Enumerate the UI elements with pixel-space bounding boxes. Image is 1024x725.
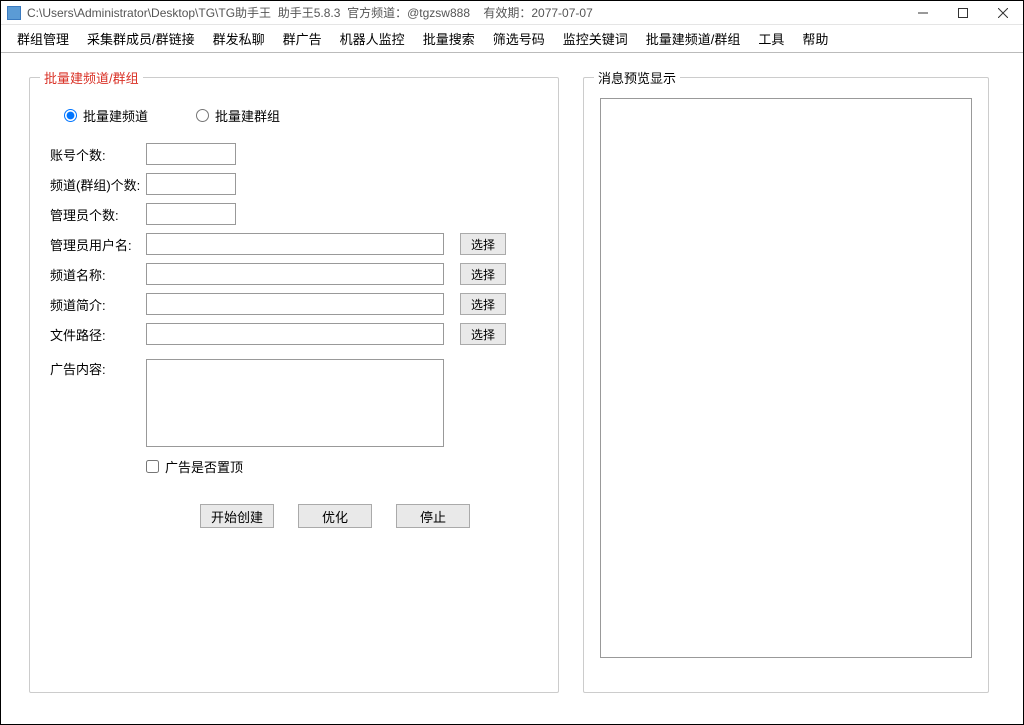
content: 批量建频道/群组 批量建频道 批量建群组 账号个数: 频道(群组)个数: 管理员… bbox=[1, 53, 1023, 724]
title-text: C:\Users\Administrator\Desktop\TG\TG助手王 … bbox=[27, 4, 593, 21]
title-path: C:\Users\Administrator\Desktop\TG\TG助手王 bbox=[27, 6, 271, 20]
radio-row: 批量建频道 批量建群组 bbox=[64, 106, 538, 125]
label-channel-desc: 频道简介: bbox=[50, 295, 146, 314]
input-file-path[interactable] bbox=[146, 323, 444, 345]
left-panel-title: 批量建频道/群组 bbox=[40, 68, 143, 87]
row-file-path: 文件路径: 选择 bbox=[50, 323, 538, 345]
preview-box bbox=[600, 98, 972, 658]
menubar: 群组管理 采集群成员/群链接 群发私聊 群广告 机器人监控 批量搜索 筛选号码 … bbox=[1, 25, 1023, 53]
stop-button[interactable]: 停止 bbox=[396, 504, 470, 528]
row-channel-desc: 频道简介: 选择 bbox=[50, 293, 538, 315]
maximize-button[interactable] bbox=[943, 1, 983, 24]
menu-collect-members[interactable]: 采集群成员/群链接 bbox=[87, 29, 195, 48]
title-expiry-label: 有效期： bbox=[483, 6, 531, 20]
window-controls bbox=[903, 1, 1023, 24]
label-channel-count: 频道(群组)个数: bbox=[50, 175, 146, 194]
app-icon bbox=[7, 6, 21, 20]
optimize-button[interactable]: 优化 bbox=[298, 504, 372, 528]
menu-group-ad[interactable]: 群广告 bbox=[283, 29, 322, 48]
row-admin-count: 管理员个数: bbox=[50, 203, 538, 225]
label-account-count: 账号个数: bbox=[50, 145, 146, 164]
radio-channel-input[interactable] bbox=[64, 109, 77, 122]
left-panel: 批量建频道/群组 批量建频道 批量建群组 账号个数: 频道(群组)个数: 管理员… bbox=[29, 77, 559, 693]
checkbox-pin-ad-input[interactable] bbox=[146, 460, 159, 473]
menu-bot-monitor[interactable]: 机器人监控 bbox=[340, 29, 405, 48]
row-channel-name: 频道名称: 选择 bbox=[50, 263, 538, 285]
title-channel: @tgzsw888 bbox=[407, 6, 470, 20]
label-channel-name: 频道名称: bbox=[50, 265, 146, 284]
title-expiry: 2077-07-07 bbox=[531, 6, 592, 20]
select-admin-username-button[interactable]: 选择 bbox=[460, 233, 506, 255]
textarea-ad-content[interactable] bbox=[146, 359, 444, 447]
input-admin-count[interactable] bbox=[146, 203, 236, 225]
menu-tools[interactable]: 工具 bbox=[758, 29, 784, 48]
menu-batch-create[interactable]: 批量建频道/群组 bbox=[646, 29, 741, 48]
label-ad-content: 广告内容: bbox=[50, 359, 146, 447]
minimize-button[interactable] bbox=[903, 1, 943, 24]
label-admin-username: 管理员用户名: bbox=[50, 235, 146, 254]
checkbox-pin-ad-label: 广告是否置顶 bbox=[165, 457, 243, 476]
input-channel-desc[interactable] bbox=[146, 293, 444, 315]
menu-filter-numbers[interactable]: 筛选号码 bbox=[493, 29, 545, 48]
row-channel-count: 频道(群组)个数: bbox=[50, 173, 538, 195]
titlebar: C:\Users\Administrator\Desktop\TG\TG助手王 … bbox=[1, 1, 1023, 25]
input-admin-username[interactable] bbox=[146, 233, 444, 255]
radio-group-label: 批量建群组 bbox=[215, 106, 280, 125]
checkbox-pin-ad[interactable]: 广告是否置顶 bbox=[146, 457, 538, 476]
label-file-path: 文件路径: bbox=[50, 325, 146, 344]
title-channel-label: 官方频道： bbox=[347, 6, 407, 20]
titlebar-left: C:\Users\Administrator\Desktop\TG\TG助手王 … bbox=[7, 4, 593, 21]
row-ad-content: 广告内容: bbox=[50, 359, 538, 447]
close-button[interactable] bbox=[983, 1, 1023, 24]
menu-help[interactable]: 帮助 bbox=[802, 29, 828, 48]
right-panel-title: 消息预览显示 bbox=[594, 68, 680, 87]
radio-group[interactable]: 批量建群组 bbox=[196, 106, 280, 125]
select-file-path-button[interactable]: 选择 bbox=[460, 323, 506, 345]
input-channel-name[interactable] bbox=[146, 263, 444, 285]
menu-mass-dm[interactable]: 群发私聊 bbox=[213, 29, 265, 48]
select-channel-desc-button[interactable]: 选择 bbox=[460, 293, 506, 315]
row-admin-username: 管理员用户名: 选择 bbox=[50, 233, 538, 255]
start-button[interactable]: 开始创建 bbox=[200, 504, 274, 528]
menu-group-manage[interactable]: 群组管理 bbox=[17, 29, 69, 48]
right-panel: 消息预览显示 bbox=[583, 77, 989, 693]
radio-group-input[interactable] bbox=[196, 109, 209, 122]
row-account-count: 账号个数: bbox=[50, 143, 538, 165]
button-row: 开始创建 优化 停止 bbox=[200, 504, 538, 528]
menu-batch-search[interactable]: 批量搜索 bbox=[423, 29, 475, 48]
label-admin-count: 管理员个数: bbox=[50, 205, 146, 224]
input-channel-count[interactable] bbox=[146, 173, 236, 195]
title-appname: 助手王5.8.3 bbox=[278, 6, 341, 20]
menu-monitor-keywords[interactable]: 监控关键词 bbox=[563, 29, 628, 48]
radio-channel-label: 批量建频道 bbox=[83, 106, 148, 125]
input-account-count[interactable] bbox=[146, 143, 236, 165]
radio-channel[interactable]: 批量建频道 bbox=[64, 106, 148, 125]
select-channel-name-button[interactable]: 选择 bbox=[460, 263, 506, 285]
